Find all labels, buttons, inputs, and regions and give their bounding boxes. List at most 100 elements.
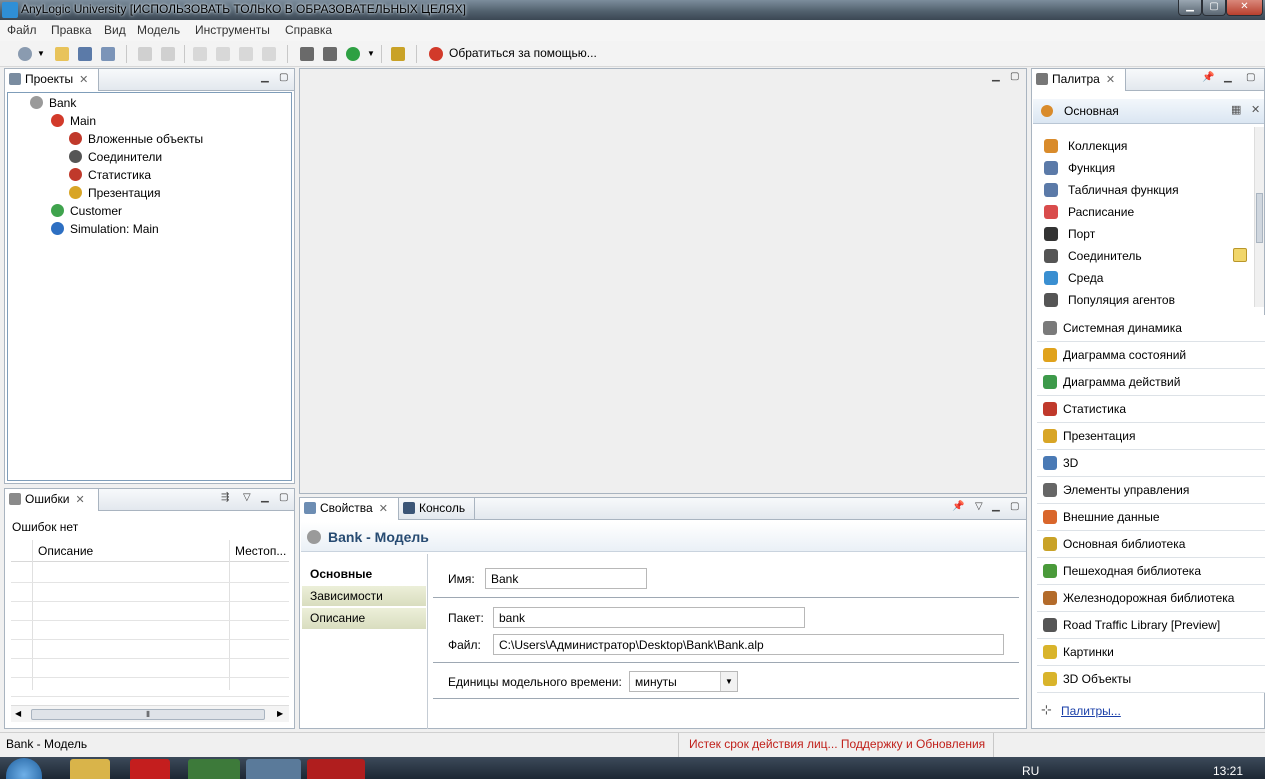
undo-icon[interactable]: [138, 47, 152, 61]
maximize-view-icon[interactable]: ▢: [1246, 72, 1255, 83]
editor-area[interactable]: ▁ ▢: [299, 68, 1027, 494]
palette-category[interactable]: Презентация: [1037, 423, 1265, 450]
cut-icon[interactable]: [193, 47, 207, 61]
close-section-icon[interactable]: ✕: [1251, 103, 1260, 116]
license-warning[interactable]: Истек срок действия лиц... Поддержку и О…: [689, 737, 985, 751]
run-icon[interactable]: [346, 47, 360, 61]
menu-model[interactable]: Модель: [137, 23, 180, 37]
open-icon[interactable]: [55, 47, 69, 61]
language-indicator[interactable]: RU: [1022, 764, 1039, 778]
palette-category[interactable]: 3D Объекты: [1037, 666, 1265, 693]
help-lifebuoy-icon[interactable]: [429, 47, 443, 61]
maximize-view-icon[interactable]: ▢: [279, 492, 288, 503]
side-tab-main[interactable]: Основные: [302, 564, 426, 585]
anylogic-taskbar-icon[interactable]: [246, 759, 301, 779]
minimize-view-icon[interactable]: ▁: [992, 71, 1000, 82]
scroll-right-icon[interactable]: ▶: [277, 709, 283, 718]
name-input[interactable]: Bank: [485, 568, 647, 589]
tree-item[interactable]: Simulation: Main: [51, 220, 159, 238]
side-tab-dependencies[interactable]: Зависимости: [302, 586, 426, 607]
maximize-view-icon[interactable]: ▢: [1010, 71, 1019, 82]
delete-icon[interactable]: [262, 47, 276, 61]
close-icon[interactable]: ✕: [79, 74, 88, 86]
new-model-icon[interactable]: [18, 47, 32, 61]
view-menu-icon[interactable]: ▽: [243, 492, 251, 503]
pin-icon[interactable]: 📌: [952, 501, 964, 512]
view-menu-icon[interactable]: ▽: [975, 501, 983, 512]
palette-category[interactable]: Диаграмма действий: [1037, 369, 1265, 396]
tree-item[interactable]: Main: [51, 112, 96, 130]
horizontal-scrollbar[interactable]: ◀ ⦀ ▶: [11, 705, 289, 722]
side-tab-description[interactable]: Описание: [302, 608, 426, 629]
column-location[interactable]: Местоп...: [235, 544, 286, 558]
build-icon[interactable]: [300, 47, 314, 61]
paste-icon[interactable]: [239, 47, 253, 61]
tree-item[interactable]: Статистика: [69, 166, 151, 184]
run-dropdown-icon[interactable]: ▼: [367, 49, 375, 58]
time-units-select[interactable]: минуты ▼: [629, 671, 738, 692]
palette-category[interactable]: Железнодорожная библиотека: [1037, 585, 1265, 612]
menu-tools[interactable]: Инструменты: [195, 23, 270, 37]
tree-item[interactable]: Bank: [30, 94, 76, 112]
tab-console[interactable]: Консоль: [399, 498, 475, 520]
close-button[interactable]: ✕: [1226, 0, 1263, 16]
palette-category[interactable]: Внешние данные: [1037, 504, 1265, 531]
debug-icon[interactable]: [391, 47, 405, 61]
maximize-button[interactable]: ▢: [1202, 0, 1226, 16]
file-input[interactable]: C:\Users\Администратор\Desktop\Bank\Bank…: [493, 634, 1004, 655]
column-description[interactable]: Описание: [38, 544, 93, 558]
tab-projects[interactable]: Проекты ✕: [5, 69, 99, 91]
tree-item[interactable]: Соединители: [69, 148, 162, 166]
save-icon[interactable]: [78, 47, 92, 61]
dropdown-arrow-icon[interactable]: ▼: [37, 49, 45, 58]
redo-icon[interactable]: [161, 47, 175, 61]
grid-view-icon[interactable]: ▦: [1231, 103, 1241, 116]
palette-category[interactable]: Элементы управления: [1037, 477, 1265, 504]
close-icon[interactable]: ✕: [1106, 74, 1115, 86]
palette-category[interactable]: Road Traffic Library [Preview]: [1037, 612, 1265, 639]
opera-taskbar-icon[interactable]: [130, 759, 170, 779]
palette-item[interactable]: Среда: [1037, 267, 1263, 289]
minimize-button[interactable]: ▁: [1178, 0, 1202, 16]
maximize-view-icon[interactable]: ▢: [279, 72, 288, 83]
menu-file[interactable]: Файл: [7, 23, 37, 37]
palette-item[interactable]: Порт: [1037, 223, 1263, 245]
pin-icon[interactable]: 📌: [1202, 72, 1214, 83]
edit-pencil-icon[interactable]: [1233, 248, 1247, 262]
filter-icon[interactable]: ⇶: [221, 492, 229, 503]
save-all-icon[interactable]: [101, 47, 115, 61]
close-icon[interactable]: ✕: [379, 503, 388, 515]
palette-item[interactable]: Табличная функция: [1037, 179, 1263, 201]
tab-errors[interactable]: Ошибки ✕: [5, 489, 99, 511]
menu-help[interactable]: Справка: [285, 23, 332, 37]
build-all-icon[interactable]: [323, 47, 337, 61]
palette-category[interactable]: Системная динамика: [1037, 315, 1265, 342]
palette-item[interactable]: Соединитель: [1037, 245, 1263, 267]
palette-category[interactable]: Статистика: [1037, 396, 1265, 423]
tree-item[interactable]: Customer: [51, 202, 122, 220]
icq-taskbar-icon[interactable]: [188, 759, 240, 779]
acrobat-taskbar-icon[interactable]: [307, 759, 365, 779]
tab-properties[interactable]: Свойства ✕: [300, 498, 399, 520]
maximize-view-icon[interactable]: ▢: [1010, 501, 1019, 512]
palette-category[interactable]: 3D: [1037, 450, 1265, 477]
add-palette-icon[interactable]: ⊹: [1041, 703, 1055, 717]
palette-item[interactable]: Функция: [1037, 157, 1263, 179]
scrollbar-thumb[interactable]: ⦀: [31, 709, 265, 720]
tree-item[interactable]: Вложенные объекты: [69, 130, 203, 148]
tab-palette[interactable]: Палитра ✕: [1032, 69, 1126, 91]
start-button[interactable]: [6, 758, 42, 779]
copy-icon[interactable]: [216, 47, 230, 61]
dropdown-arrow-icon[interactable]: ▼: [720, 672, 737, 691]
minimize-view-icon[interactable]: ▁: [1224, 72, 1232, 83]
palette-category[interactable]: Основная библиотека: [1037, 531, 1265, 558]
tree-item[interactable]: Презентация: [69, 184, 161, 202]
palette-category[interactable]: Диаграмма состояний: [1037, 342, 1265, 369]
scroll-left-icon[interactable]: ◀: [15, 709, 21, 718]
contact-support-button[interactable]: Обратиться за помощью...: [449, 46, 597, 60]
palette-category[interactable]: Картинки: [1037, 639, 1265, 666]
package-input[interactable]: bank: [493, 607, 805, 628]
palette-section-header[interactable]: Основная ▦ ✕: [1033, 99, 1264, 124]
close-icon[interactable]: ✕: [76, 494, 85, 506]
menu-view[interactable]: Вид: [104, 23, 126, 37]
